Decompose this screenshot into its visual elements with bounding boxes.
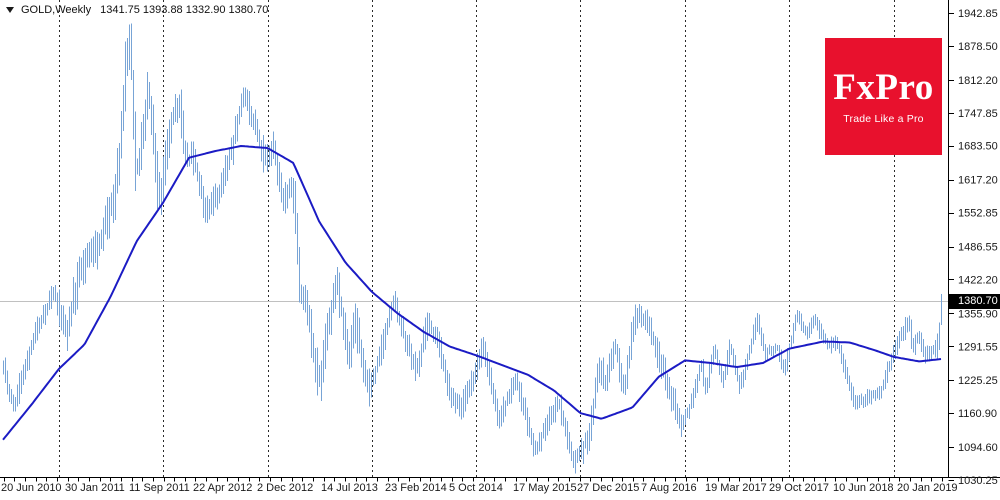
y-axis-label: 1422.20 [958, 274, 998, 286]
y-axis-label: 1552.85 [958, 208, 998, 220]
y-axis-label: 1878.50 [958, 41, 998, 53]
current-price-label: 1380.70 [958, 294, 998, 307]
x-axis-label: 2 Dec 2012 [257, 482, 313, 494]
y-axis-label: 1094.60 [958, 442, 998, 454]
x-axis-label: 10 Jun 2018 [833, 482, 894, 494]
y-axis-label: 1355.90 [958, 308, 998, 320]
x-axis-label: 22 Apr 2012 [193, 482, 252, 494]
y-axis-label: 1812.20 [958, 75, 998, 87]
x-axis-label: 29 Oct 2017 [769, 482, 829, 494]
y-axis-labels: 1942.85 1878.50 1812.20 1747.85 1683.50 1617.… [958, 8, 998, 487]
y-axis-label: 1291.55 [958, 341, 998, 353]
x-axis-label: 11 Sep 2011 [129, 482, 190, 494]
quote-header: GOLD,Weekly 1341.75 1393.88 1332.90 1380… [6, 4, 268, 16]
x-axis-label: 20 Jan 2019 [897, 482, 958, 494]
x-axis-minor-ticks [4, 477, 943, 482]
y-axis-label: 1030.25 [958, 475, 998, 487]
price-bars [3, 23, 942, 474]
x-axis-label: 14 Jul 2013 [321, 482, 378, 494]
year-separators [59, 0, 895, 477]
x-axis-label: 20 Jun 2010 [1, 482, 62, 494]
y-axis-label: 1683.50 [958, 141, 998, 153]
current-price-box: 1380.70 [949, 293, 1000, 309]
y-axis-label: 1486.55 [958, 242, 998, 254]
x-axis-label: 5 Oct 2014 [449, 482, 503, 494]
x-axis-labels: 20 Jun 2010 30 Jan 2011 11 Sep 2011 22 Apr … [1, 482, 958, 494]
y-axis-label: 1225.25 [958, 375, 998, 387]
fxpro-logo-tagline: Trade Like a Pro [843, 112, 924, 125]
symbol-label: GOLD,Weekly [21, 4, 92, 16]
y-axis-label: 1942.85 [958, 8, 998, 20]
x-axis-label: 19 Mar 2017 [705, 482, 767, 494]
fxpro-logo-brand: FxPro [833, 66, 934, 108]
collapse-quote-icon[interactable] [6, 7, 14, 13]
x-axis-label: 30 Jan 2011 [65, 482, 125, 494]
x-axis-label: 23 Feb 2014 [385, 482, 447, 494]
mt4-gold-weekly-chart: 1942.85 1878.50 1812.20 1747.85 1683.50 1617.… [0, 0, 1000, 500]
x-axis-label: 17 May 2015 [513, 482, 577, 494]
quote-ohlc-values: 1341.75 1393.88 1332.90 1380.70 [100, 4, 269, 16]
y-axis-label: 1160.90 [958, 408, 997, 420]
x-axis-label: 27 Dec 2015 [577, 482, 639, 494]
x-axis-label: 7 Aug 2016 [641, 482, 697, 494]
y-axis-label: 1747.85 [958, 108, 998, 120]
y-axis-label: 1617.20 [958, 175, 998, 187]
y-axis-ticks [948, 13, 954, 481]
fxpro-logo: FxPro Trade Like a Pro [825, 38, 942, 155]
